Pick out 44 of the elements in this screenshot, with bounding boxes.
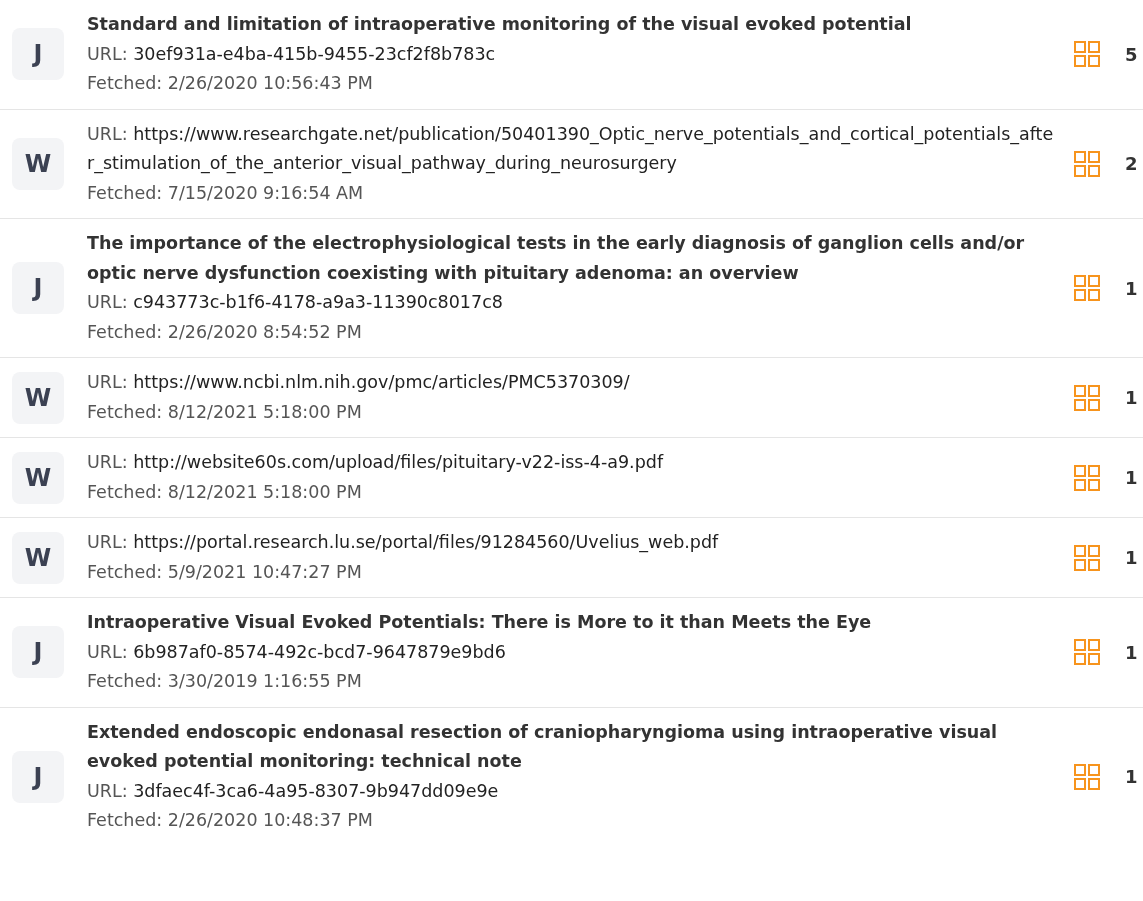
source-type-badge: W <box>12 137 64 190</box>
fetched-date: Fetched: 7/15/2020 9:16:54 AM <box>87 181 365 205</box>
match-count: 1 <box>1125 765 1137 789</box>
source-type-badge: W <box>12 451 64 504</box>
source-url: URL: https://www.ncbi.nlm.nih.gov/pmc/articles/PMC5370309/ <box>87 371 631 394</box>
source-title[interactable]: Intraoperative Visual Evoked Potentials: There is More to it than Meets the Eye <box>87 608 1059 638</box>
source-type-badge: J <box>12 28 64 81</box>
match-count: 1 <box>1125 640 1137 665</box>
grid-icon[interactable] <box>1074 763 1100 790</box>
match-count: 1 <box>1125 466 1137 490</box>
grid-icon[interactable] <box>1074 384 1100 411</box>
match-count: 1 <box>1125 386 1137 410</box>
grid-icon[interactable] <box>1074 41 1100 68</box>
source-type-badge: W <box>12 371 64 424</box>
source-title[interactable]: Extended endoscopic endonasal resection of craniopharyngioma using intraoperative visual evoked potential monitoring: technical note <box>87 717 1059 777</box>
grid-icon[interactable] <box>1074 464 1100 491</box>
match-count: 2 <box>1125 152 1137 177</box>
fetched-date: Fetched: 8/12/2021 5:18:00 PM <box>87 400 363 424</box>
fetched-date: Fetched: 8/12/2021 5:18:00 PM <box>87 480 363 504</box>
match-count: 1 <box>1125 276 1137 301</box>
source-type-badge: W <box>12 531 64 584</box>
source-url: URL: https://portal.research.lu.se/portal/files/91284560/Uvelius_web.pdf <box>87 531 720 555</box>
fetched-date: Fetched: 2/26/2020 10:48:37 PM <box>87 809 374 832</box>
source-url: URL: 3dfaec4f-3ca6-4a95-8307-9b947dd09e9e <box>87 779 500 803</box>
source-type-badge: J <box>12 750 64 803</box>
source-type-badge: J <box>12 626 64 679</box>
source-url: URL: c943773c-b1f6-4178-a9a3-11390c8017c8 <box>87 291 504 314</box>
grid-icon[interactable] <box>1074 275 1100 301</box>
source-title[interactable]: Standard and limitation of intraoperative monitoring of the visual evoked potential <box>87 10 1059 40</box>
fetched-date: Fetched: 5/9/2021 10:47:27 PM <box>87 560 363 584</box>
grid-icon[interactable] <box>1074 639 1100 666</box>
fetched-date: Fetched: 2/26/2020 10:56:43 PM <box>87 72 374 95</box>
fetched-date: Fetched: 3/30/2019 1:16:55 PM <box>87 670 363 693</box>
source-url: URL: 6b987af0-8574-492c-bcd7-9647879e9bd6 <box>87 640 507 664</box>
source-url: URL: 30ef931a-e4ba-415b-9455-23cf2f8b783c <box>87 42 497 66</box>
match-count: 5 <box>1125 42 1137 67</box>
fetched-date: Fetched: 2/26/2020 8:54:52 PM <box>87 320 363 344</box>
source-title[interactable]: The importance of the electrophysiological tests in the early diagnosis of ganglion cells and/or optic nerve dysfunction coexisting with pituitary adenoma: an overview <box>87 229 1059 288</box>
source-type-badge: J <box>12 262 64 314</box>
source-url: URL: http://website60s.com/upload/files/pituitary-v22-iss-4-a9.pdf <box>87 451 665 474</box>
grid-icon[interactable] <box>1074 544 1100 571</box>
match-count: 1 <box>1125 546 1137 570</box>
grid-icon[interactable] <box>1074 150 1100 177</box>
source-url: URL: https://www.researchgate.net/publication/50401390_Optic_nerve_potentials_and_cortical_potentials_after_stimulation_of_the_anterior_visual_pathway_during_neurosurgery <box>87 122 1055 176</box>
